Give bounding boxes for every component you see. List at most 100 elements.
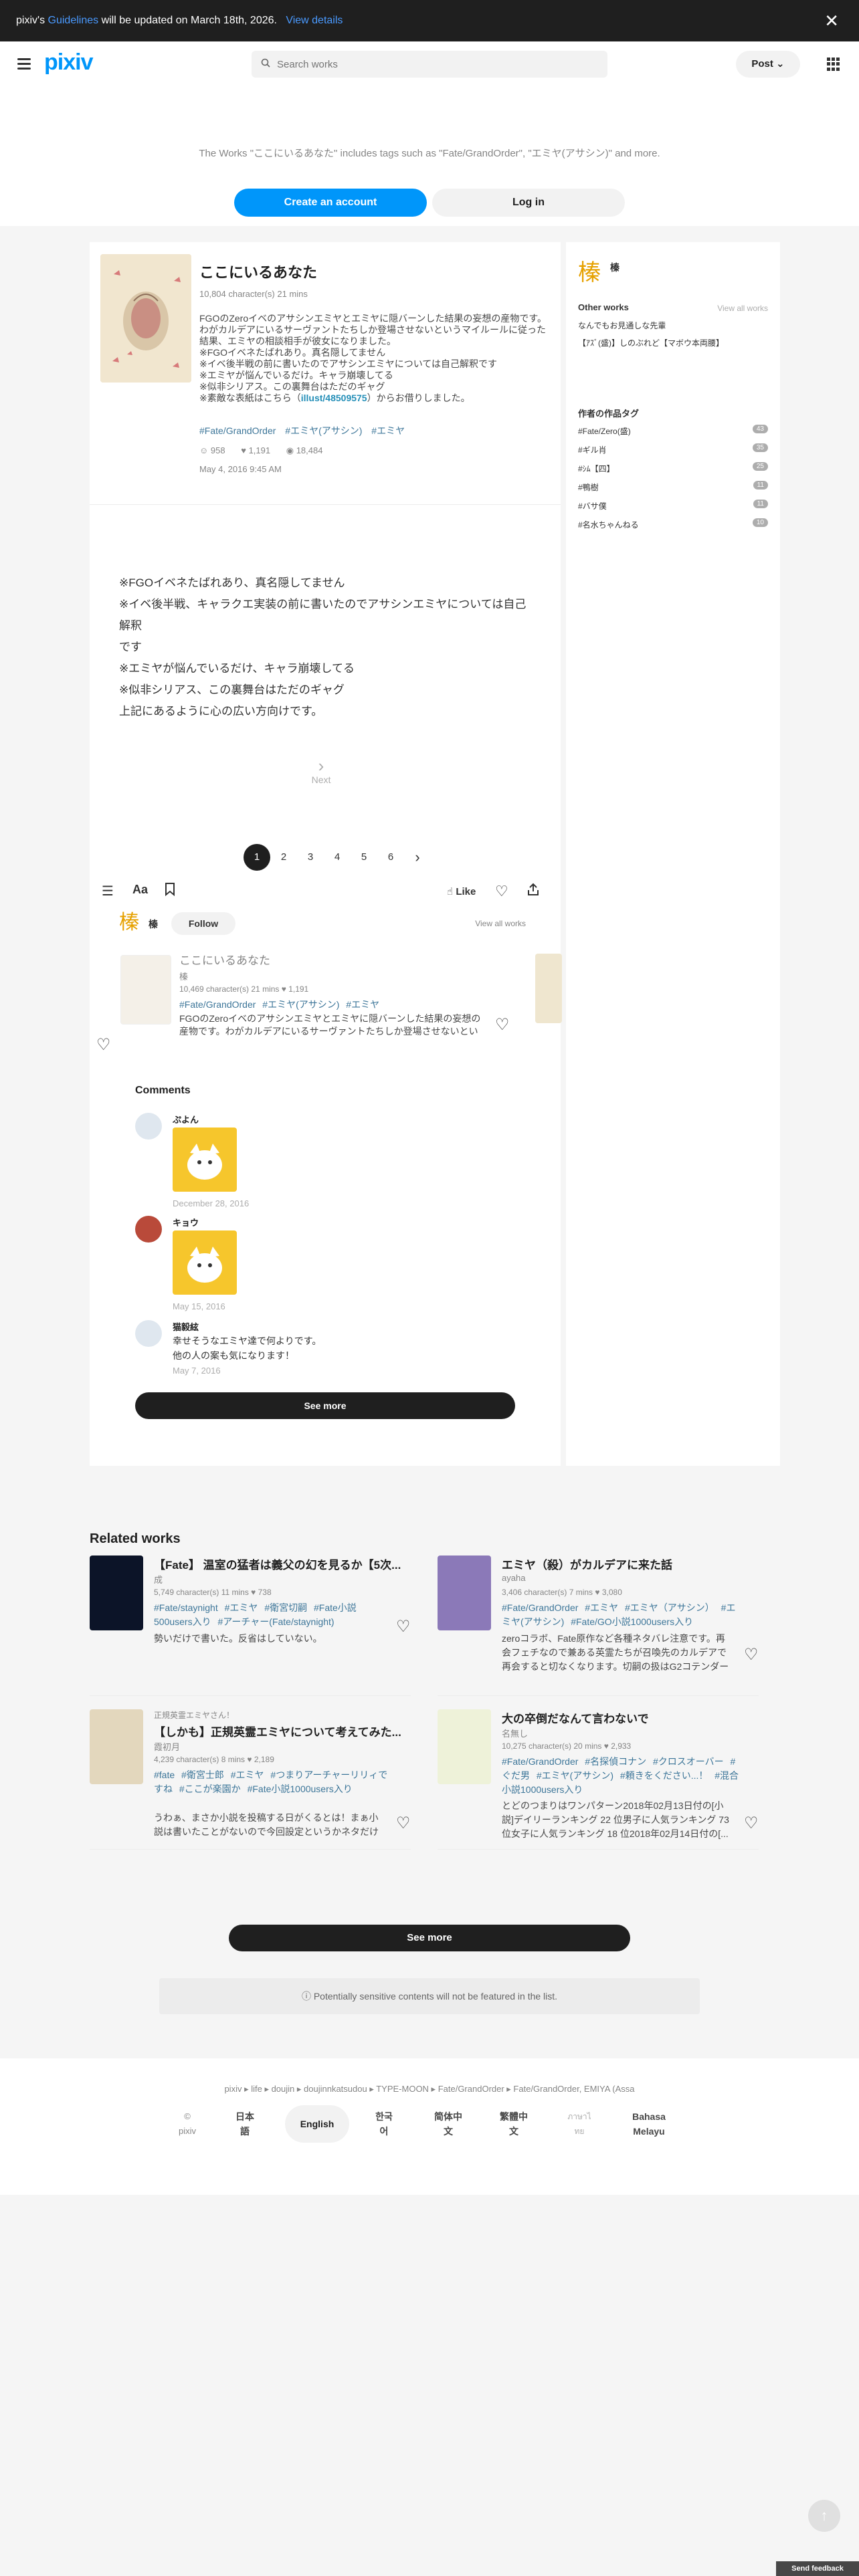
author-name[interactable]: 榛 [149,918,158,931]
tag-link[interactable]: #エミヤ [371,425,405,436]
series-item[interactable]: 【ｱｽﾞ(盛)】しのぶれど【マボウ本両腰】 [578,337,724,348]
tag-link[interactable]: #エミヤ(アサシン) [285,425,362,436]
page-1[interactable]: 1 [244,844,270,871]
breadcrumb[interactable]: pixiv ▸ life ▸ doujin ▸ doujinnkatsudou … [0,2084,859,2095]
related-work-card[interactable]: 【Fate】 温室の猛者は義父の幻を見るか【5次... 成 5,749 char… [90,1555,421,1696]
series-label[interactable]: なんでもお見通しな先輩 [578,320,666,331]
post-button[interactable]: Post ⌄ [736,51,800,78]
tag-link[interactable]: #Fate/GrandOrder [502,1602,578,1613]
page-2[interactable]: 2 [270,844,297,871]
heart-icon[interactable]: ♡ [396,1617,411,1636]
author-tag[interactable]: #Fate/Zero(盛) 43 [578,425,768,437]
page-6[interactable]: 6 [377,844,404,871]
view-all-works-link[interactable]: View all works [475,919,526,928]
login-button[interactable]: Log in [432,189,625,217]
tag-link[interactable]: #fate [154,1769,175,1780]
author-tag[interactable]: #鴨樹 11 [578,481,768,493]
lang-simplified-chinese[interactable]: 简体中文 [416,2109,480,2139]
tag-link[interactable]: #頼きをください...！ [620,1770,708,1781]
work-author[interactable]: 霞初月 [154,1740,180,1753]
avatar[interactable] [135,1216,162,1243]
tag-link[interactable]: #Fate/GrandOrder [502,1756,578,1767]
close-icon[interactable]: ✕ [824,11,839,31]
tag-link[interactable]: #エミヤ(アサシン) [537,1770,613,1781]
heart-icon[interactable]: ♡ [396,1814,411,1833]
guidelines-link[interactable]: Guidelines [48,15,99,26]
list-icon[interactable]: ☰ [102,883,114,899]
tag-link[interactable]: #エミヤ(アサシン) [262,999,339,1010]
heart-icon[interactable]: ♡ [495,883,508,900]
work-title[interactable]: 【Fate】 温室の猛者は義父の幻を見るか【5次... [154,1555,408,1572]
comment-author[interactable]: キョウ [173,1216,199,1228]
follow-button[interactable]: Follow [171,912,235,935]
work-cover-image[interactable] [438,1555,491,1630]
like-button[interactable]: ☝ Like [447,885,476,897]
create-account-button[interactable]: Create an account [234,189,427,217]
tag-link[interactable]: #エミヤ [231,1769,264,1780]
heart-icon[interactable]: ♡ [744,1814,759,1833]
work-author[interactable]: 成 [154,1573,163,1586]
illust-link[interactable]: illust/48509575 [301,393,367,403]
work-preview-card[interactable]: ここにいるあなた 榛 10,469 character(s) 21 mins ♥… [114,947,529,1047]
heart-icon[interactable]: ♡ [495,1015,510,1035]
lang-thai[interactable]: ภาษาไ ทย [547,2109,611,2139]
apps-grid-icon[interactable] [827,58,840,71]
preview-author[interactable]: 榛 [179,970,188,982]
comment-author[interactable]: 猫毅絃 [173,1320,199,1333]
author-avatar[interactable]: 榛 [119,911,143,935]
comment-author[interactable]: ぷよん [173,1113,199,1125]
pager-next-icon[interactable]: › [404,844,431,871]
related-work-card[interactable]: 正規英霊エミヤさん！ 【しかも】正規英霊エミヤについて考えてみた... 霞初月 … [90,1709,421,1850]
work-title[interactable]: エミヤ（殺）がカルデアに来た話 [502,1555,756,1572]
work-author[interactable]: ayaha [502,1573,525,1583]
work-cover-image[interactable] [438,1709,491,1784]
avatar[interactable] [135,1320,162,1347]
lang-korean[interactable]: 한국 어 [352,2109,416,2139]
view-all-works-link[interactable]: View all works [717,304,768,313]
tag-link[interactable]: #Fate/GO小説1000users入り [571,1616,693,1627]
tag-link[interactable]: #ここが楽園か [179,1784,241,1794]
tag-link[interactable]: #クロスオーバー [653,1756,724,1767]
tag-link[interactable]: #エミヤ（アサシン） [625,1602,714,1613]
tag-link[interactable]: #名探偵コナン [585,1756,646,1767]
heart-icon[interactable]: ♡ [96,1035,111,1055]
author-name[interactable]: 榛 [610,261,619,274]
tag-link[interactable]: #衛宮士郎 [181,1769,224,1780]
work-cover-image[interactable] [90,1709,143,1784]
heart-icon[interactable]: ♡ [744,1645,759,1665]
page-3[interactable]: 3 [297,844,324,871]
font-settings-icon[interactable]: Aa [132,883,148,897]
tag-link[interactable]: #アーチャー(Fate/staynight) [217,1616,334,1627]
lang-traditional-chinese[interactable]: 繁體中文 [482,2109,546,2139]
lang-malay[interactable]: Bahasa Melayu [617,2109,681,2139]
tag-link[interactable]: #エミヤ [346,999,379,1010]
tag-link[interactable]: #エミヤ [225,1602,258,1613]
author-tag[interactable]: #ｼﾑ【四】 25 [578,462,768,474]
tag-link[interactable]: #Fate/GrandOrder [179,999,256,1010]
menu-icon[interactable] [17,58,31,70]
work-author[interactable]: 名無し [502,1727,528,1739]
next-page-button[interactable]: › Next [301,757,341,785]
lang-japanese[interactable]: 日本語 [213,2109,277,2139]
preview-title[interactable]: ここにいるあなた [179,951,270,968]
work-cover-image[interactable] [90,1555,143,1630]
tag-link[interactable]: #Fate小説1000users入り [248,1784,353,1794]
bookmark-icon[interactable] [165,883,175,900]
tag-link[interactable]: #エミヤ [585,1602,618,1613]
author-tag[interactable]: #ギル肖 35 [578,443,768,455]
tag-link[interactable]: #衛宮切嗣 [264,1602,307,1613]
author-avatar[interactable]: 榛 [578,254,601,287]
share-icon[interactable] [527,883,539,900]
next-preview-cover[interactable] [535,954,562,1023]
author-tag[interactable]: #バサ僕 11 [578,500,768,512]
see-more-related-button[interactable]: See more [229,1925,630,1951]
related-work-card[interactable]: エミヤ（殺）がカルデアに来た話 ayaha 3,406 character(s)… [438,1555,769,1696]
page-4[interactable]: 4 [324,844,351,871]
pixiv-logo[interactable]: pixiv [44,49,93,76]
work-title[interactable]: 【しかも】正規英霊エミヤについて考えてみた... [154,1723,408,1739]
tag-link[interactable]: #Fate/staynight [154,1602,218,1613]
see-more-comments-button[interactable]: See more [135,1392,515,1419]
view-details-link[interactable]: View details [286,15,343,26]
search-input[interactable] [277,51,598,78]
send-feedback-button[interactable]: Send feedback [776,2561,859,2576]
